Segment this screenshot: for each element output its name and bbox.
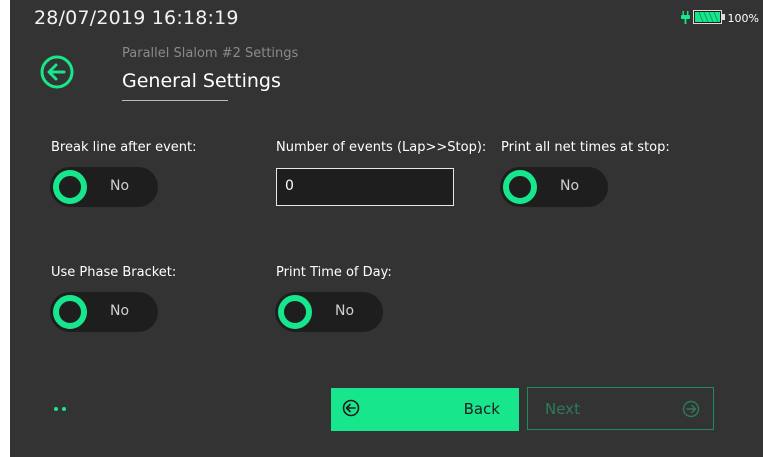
num-events-label: Number of events (Lap>>Stop): [276,140,487,155]
arrow-left-circle-icon [342,399,360,417]
toggle-knob [278,295,312,329]
num-events-field[interactable] [276,168,454,206]
plug-icon [680,9,690,28]
print-net-times-label: Print all net times at stop: [501,140,670,155]
page-dot[interactable] [62,407,66,411]
page-dot-active[interactable] [54,407,58,411]
toggle-value: No [560,178,580,194]
next-button[interactable]: Next [527,387,714,430]
toggle-knob [503,170,537,204]
time-of-day-toggle[interactable]: No [275,292,383,332]
back-button[interactable]: Back [331,388,519,431]
battery-percent: 100% [727,12,759,25]
toggle-value: No [335,303,355,319]
breadcrumb: Parallel Slalom #2 Settings [122,46,299,61]
arrow-left-circle-icon [40,55,74,89]
num-events-input[interactable] [277,169,445,203]
phase-bracket-toggle[interactable]: No [50,292,158,332]
title-underline [122,100,228,101]
print-net-times-toggle[interactable]: No [500,167,608,207]
page-title: General Settings [122,70,281,92]
back-button-label: Back [463,400,500,418]
battery-icon [692,9,725,28]
settings-screen: 28/07/2019 16:18:19 100% Parallel Slalom… [10,0,763,457]
toggle-value: No [110,178,130,194]
toggle-knob [53,170,87,204]
header-back-button[interactable] [40,55,74,89]
toggle-knob [53,295,87,329]
datetime: 28/07/2019 16:18:19 [34,7,239,29]
toggle-value: No [110,303,130,319]
break-line-label: Break line after event: [51,140,197,155]
next-button-label: Next [545,400,580,418]
battery-status: 100% [680,9,759,28]
time-of-day-label: Print Time of Day: [276,265,392,280]
arrow-right-circle-icon [682,400,700,418]
phase-bracket-label: Use Phase Bracket: [51,265,177,280]
break-line-toggle[interactable]: No [50,167,158,207]
